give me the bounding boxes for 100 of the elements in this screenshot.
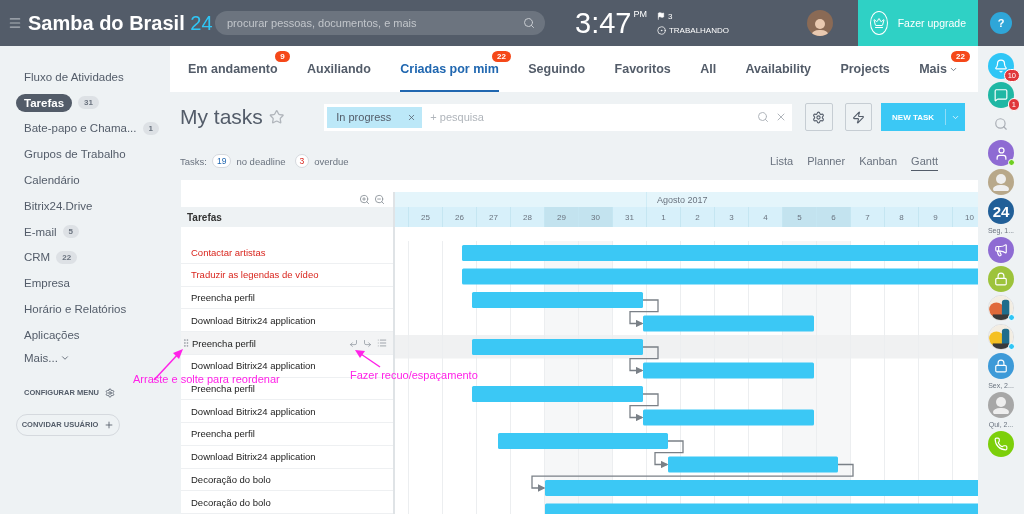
- more-menu[interactable]: Mais...: [16, 351, 170, 364]
- search-icon[interactable]: [994, 117, 1008, 131]
- chat-logo[interactable]: 24: [988, 198, 1014, 224]
- view-switch[interactable]: Kanban: [859, 151, 898, 171]
- view-switch[interactable]: Lista: [770, 151, 794, 171]
- gantt-bar[interactable]: [643, 315, 814, 332]
- menu-icon[interactable]: [377, 338, 387, 349]
- settings-icon: [105, 387, 115, 398]
- zoom-out-icon[interactable]: [374, 194, 385, 206]
- sidebar-item[interactable]: Grupos de Trabalho: [16, 141, 170, 168]
- gantt-bar[interactable]: [472, 292, 643, 309]
- pointer-arrow: [354, 349, 382, 369]
- tab[interactable]: Seguindo: [528, 46, 586, 92]
- user-avatar[interactable]: [988, 392, 1014, 418]
- day-label: 30: [578, 207, 612, 227]
- status-icon: [656, 25, 666, 35]
- automation-button[interactable]: [844, 103, 873, 131]
- search-icon[interactable]: [757, 111, 770, 123]
- tab[interactable]: Availability: [745, 46, 812, 92]
- filter-field[interactable]: In progress + pesquisa: [324, 103, 793, 131]
- task-name[interactable]: Download Bitrix24 application: [191, 451, 316, 463]
- sidebar-item[interactable]: E-mail 5: [16, 218, 170, 245]
- gantt-bar[interactable]: [498, 433, 668, 450]
- task-name[interactable]: Download Bitrix24 application: [191, 314, 316, 326]
- menu-icon[interactable]: [8, 16, 22, 30]
- chat-button[interactable]: [988, 82, 1014, 108]
- sidebar-item[interactable]: Fluxo de Atividades: [16, 64, 170, 90]
- sidebar-item[interactable]: Calendário: [16, 167, 170, 193]
- task-name[interactable]: Contactar artistas: [191, 246, 266, 258]
- gantt-bar[interactable]: [668, 456, 838, 473]
- megaphone-icon: [994, 243, 1008, 257]
- gantt-bar[interactable]: [545, 503, 978, 514]
- task-name[interactable]: Download Bitrix24 application: [191, 405, 316, 417]
- tab[interactable]: Auxiliando: [306, 46, 371, 92]
- flag-count: 3: [667, 11, 673, 21]
- gantt-bar[interactable]: [643, 362, 814, 379]
- sidebar-item[interactable]: Empresa: [16, 270, 170, 297]
- channel-button[interactable]: [988, 237, 1014, 263]
- view-switch[interactable]: Planner: [807, 151, 846, 171]
- lock-icon: [994, 359, 1008, 373]
- task-name[interactable]: Traduzir as legendas de vídeo: [191, 269, 319, 281]
- dependency-arrow: [629, 393, 659, 422]
- search-icon: [523, 17, 535, 29]
- sidebar-item[interactable]: Aplicações: [16, 321, 170, 348]
- gantt-bar[interactable]: [462, 268, 978, 285]
- day-label: 6: [816, 207, 850, 227]
- day-label: 10: [952, 207, 978, 227]
- task-name[interactable]: Preencha perfil: [192, 337, 256, 349]
- sidebar-item[interactable]: Bate-papo e Chama... 1: [16, 115, 170, 142]
- flag-icon: [656, 12, 665, 20]
- tab[interactable]: Favoritos: [614, 46, 671, 92]
- user-avatar[interactable]: [806, 10, 833, 36]
- settings-button[interactable]: [805, 103, 833, 131]
- count-badge: 22: [491, 51, 511, 62]
- zoom-in-icon[interactable]: [359, 194, 370, 206]
- time-period: PM: [633, 8, 647, 19]
- task-name[interactable]: Preencha perfil: [191, 292, 255, 304]
- phone-button[interactable]: [988, 431, 1014, 457]
- sidebar-item[interactable]: Tarefas 31: [16, 89, 170, 116]
- task-name[interactable]: Download Bitrix24 application: [191, 360, 316, 372]
- bell-icon: [994, 59, 1008, 73]
- filter-chip[interactable]: In progress: [327, 106, 423, 128]
- counter-pill[interactable]: 3: [294, 154, 310, 168]
- day-label: 31: [612, 207, 646, 227]
- view-switch[interactable]: Gantt: [911, 151, 938, 171]
- counter-pill[interactable]: 19: [211, 154, 232, 168]
- indent-icon[interactable]: [363, 338, 372, 348]
- star-icon[interactable]: [268, 109, 285, 125]
- day-label: 9: [918, 207, 952, 227]
- drag-handle[interactable]: [181, 338, 191, 349]
- count-badge: 9: [275, 51, 290, 62]
- user-avatar[interactable]: [988, 169, 1014, 195]
- gantt-bar[interactable]: [472, 339, 643, 356]
- tab[interactable]: Em andamento: [188, 46, 278, 92]
- counter-text: no deadline: [236, 155, 286, 167]
- close-icon[interactable]: [407, 112, 417, 122]
- notifications-button[interactable]: [988, 53, 1014, 79]
- search-field[interactable]: procurar pessoas, documentos, e mais: [215, 11, 545, 35]
- page-title: My tasks: [180, 105, 263, 129]
- annotation-text: Fazer recuo/espaçamento: [350, 370, 478, 381]
- sidebar-item[interactable]: Horário e Relatórios: [16, 296, 170, 322]
- gantt-bar[interactable]: [643, 409, 814, 426]
- day-label: 3: [714, 207, 748, 227]
- gantt-bar[interactable]: [545, 480, 978, 497]
- task-name[interactable]: Decoração do bolo: [191, 496, 271, 508]
- task-name[interactable]: Preencha perfil: [191, 428, 255, 440]
- day-label: 2: [680, 207, 714, 227]
- work-status[interactable]: TRABALHANDO: [668, 25, 729, 35]
- task-name[interactable]: Decoração do bolo: [191, 473, 271, 485]
- sidebar-item[interactable]: Bitrix24.Drive: [16, 193, 170, 219]
- gantt-bar[interactable]: [462, 245, 978, 262]
- gantt-bar[interactable]: [472, 386, 643, 403]
- tab[interactable]: All: [700, 46, 717, 92]
- day-label: 1: [646, 207, 680, 227]
- tab[interactable]: Projects: [840, 46, 890, 92]
- chat-icon: [994, 88, 1008, 102]
- dependency-arrow: [629, 299, 659, 328]
- outdent-icon[interactable]: [349, 338, 358, 348]
- sidebar-item[interactable]: CRM 22: [16, 244, 170, 271]
- user-avatar[interactable]: [988, 140, 1014, 166]
